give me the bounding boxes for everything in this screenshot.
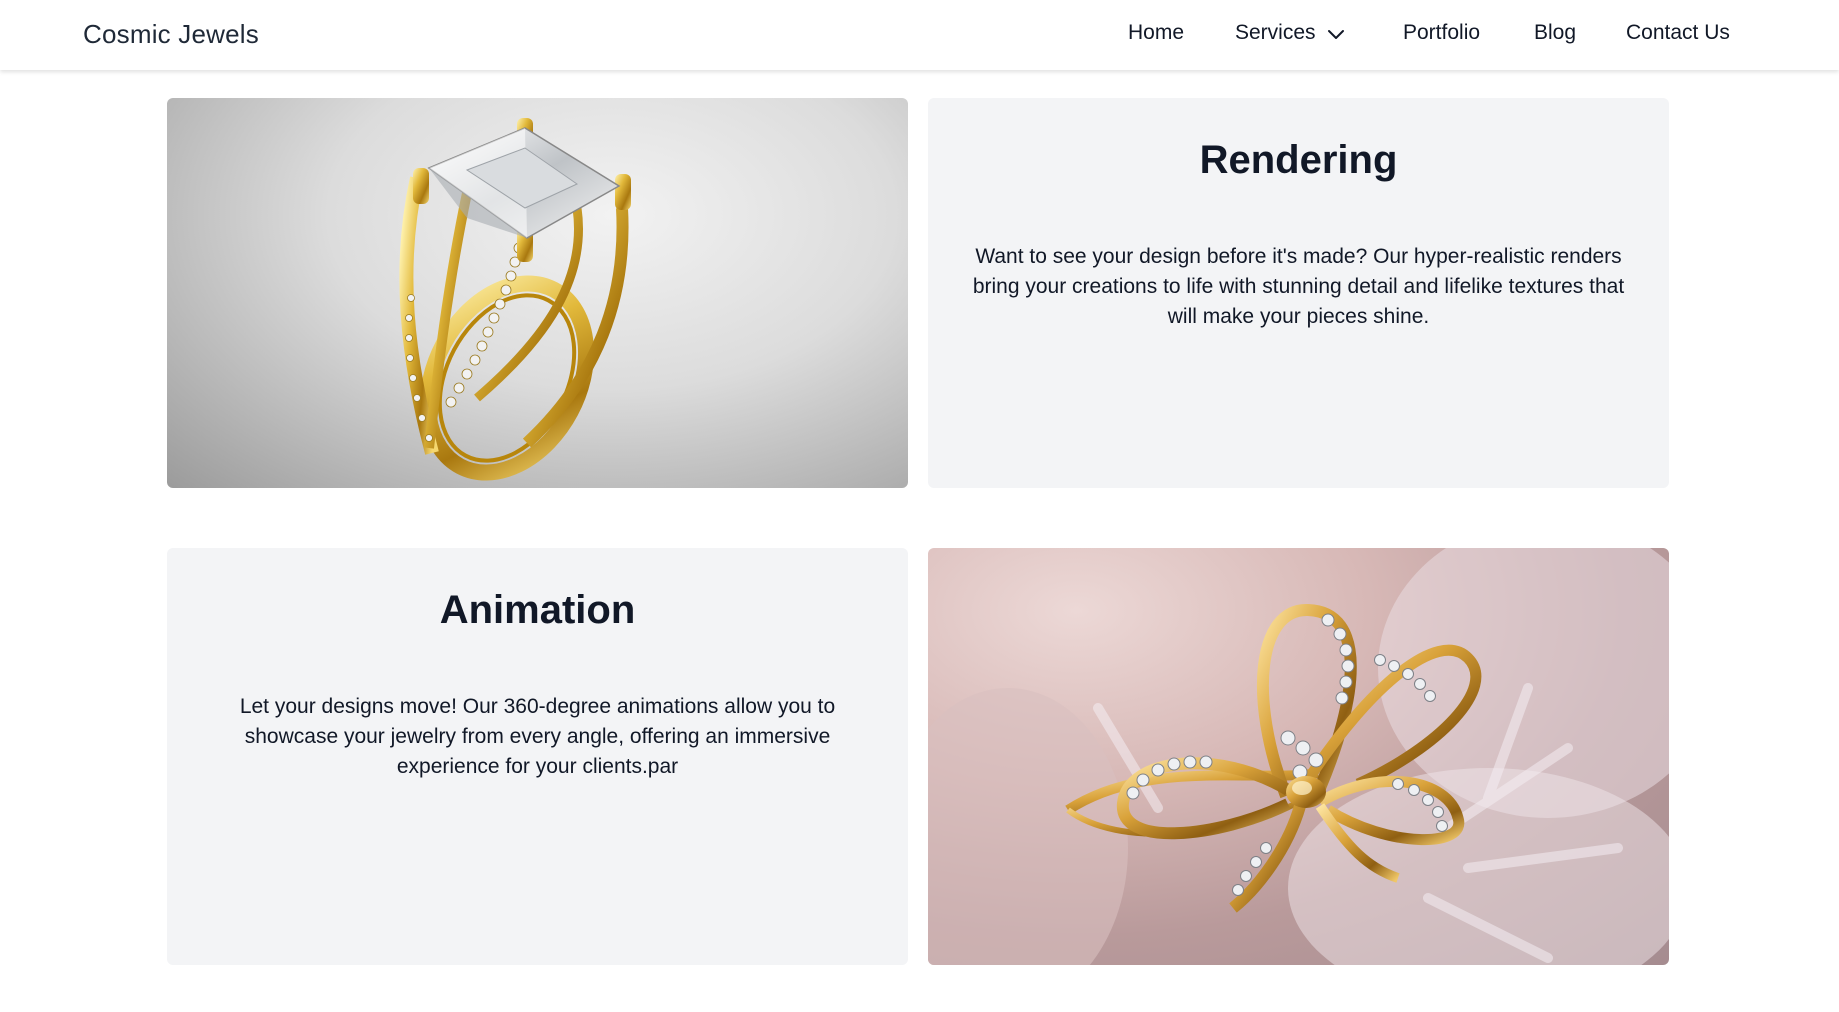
animation-description: Let your designs move! Our 360-degree an… xyxy=(239,695,836,778)
nav-blog-link[interactable]: Blog xyxy=(1534,21,1576,45)
rendering-title: Rendering xyxy=(1199,138,1398,182)
nav-services-label: Services xyxy=(1235,21,1316,44)
rendering-image xyxy=(167,98,908,488)
main-nav: Home Services Portfolio Blog Contact Us xyxy=(0,21,1839,51)
rendering-card: Rendering Want to see your design before… xyxy=(928,98,1669,488)
rendering-description: Want to see your design before it's made… xyxy=(972,245,1625,328)
nav-contact-link[interactable]: Contact Us xyxy=(1626,21,1730,45)
chevron-down-icon xyxy=(1327,30,1344,39)
animation-card: Animation Let your designs move! Our 360… xyxy=(167,548,908,965)
animation-image xyxy=(928,548,1669,965)
navbar: Cosmic Jewels Home Services Portfolio Bl… xyxy=(0,0,1839,70)
nav-home-link[interactable]: Home xyxy=(1128,21,1184,45)
gold-diamond-ring-image xyxy=(399,118,631,481)
animation-title: Animation xyxy=(439,588,636,632)
nav-portfolio-link[interactable]: Portfolio xyxy=(1403,21,1480,45)
nav-services-dropdown[interactable]: Services xyxy=(1235,21,1346,45)
gold-bow-ring-image xyxy=(928,548,1669,965)
